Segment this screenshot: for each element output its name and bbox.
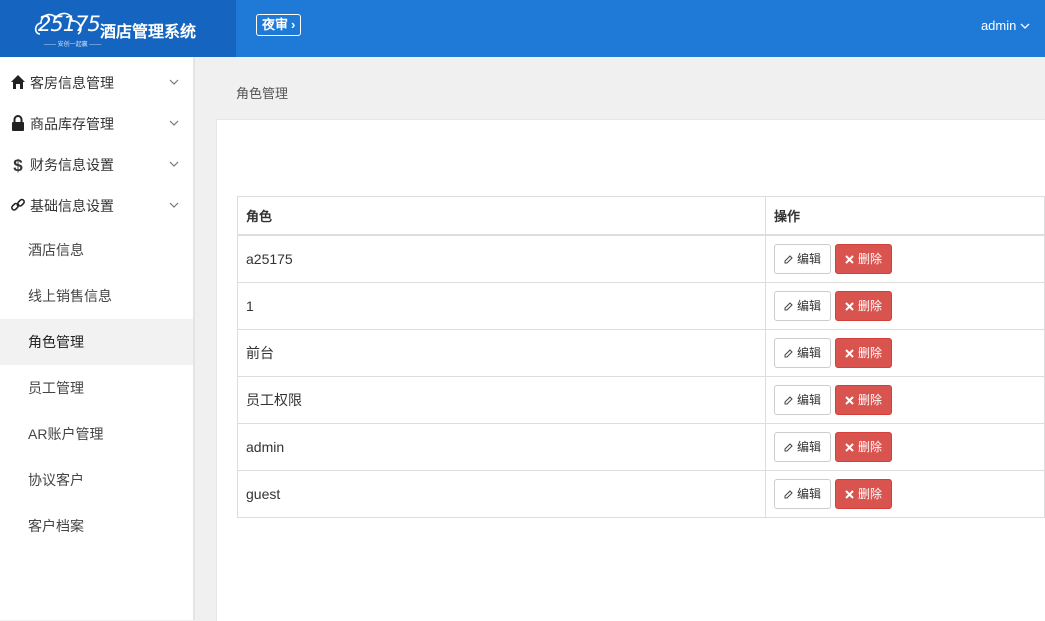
sidebar-item-online-sales[interactable]: 线上销售信息 [0, 273, 193, 319]
edit-label: 编辑 [797, 440, 822, 454]
dollar-icon: $ [13, 156, 23, 175]
delete-label: 删除 [858, 487, 883, 501]
edit-icon [784, 393, 793, 407]
edit-label: 编辑 [797, 393, 822, 407]
table-row: a25175 编辑 删除 [237, 234, 1045, 283]
edit-button[interactable]: 编辑 [774, 385, 832, 415]
edit-label: 编辑 [797, 299, 822, 313]
edit-button[interactable]: 编辑 [774, 338, 832, 368]
actions-cell: 编辑 删除 [765, 282, 1045, 330]
home-icon [10, 63, 26, 104]
app-title: 酒店管理系统 [100, 24, 197, 41]
role-name-cell: 员工权限 [237, 376, 766, 424]
table-row: 员工权限 编辑 删除 [237, 376, 1045, 424]
logo-tagline: —— 安创一起赢 —— [44, 42, 102, 48]
role-name-cell: admin [237, 423, 766, 471]
edit-button[interactable]: 编辑 [774, 291, 832, 321]
edit-icon [784, 252, 793, 266]
table-header-row: 角色 操作 [237, 196, 1045, 236]
table-row: 1 编辑 删除 [237, 282, 1045, 330]
actions-cell: 编辑 删除 [765, 329, 1045, 377]
edit-icon [784, 346, 793, 360]
sidebar-item-hotel-info[interactable]: 酒店信息 [0, 227, 193, 273]
edit-icon [784, 299, 793, 313]
role-table: 角色 操作 a25175 编辑 删除 1 编辑 删除 前台 编辑 删除 员工权限 编辑… [237, 196, 1045, 518]
delete-label: 删除 [858, 440, 883, 454]
table-row: admin 编辑 删除 [237, 423, 1045, 471]
sidebar: 客房信息管理 商品库存管理 $ 财务信息设置 基础信息设置 酒店信息 线上销售信… [0, 57, 195, 620]
delete-label: 删除 [858, 346, 883, 360]
delete-button[interactable]: 删除 [835, 338, 893, 368]
close-icon [845, 346, 854, 360]
link-icon [10, 186, 26, 227]
edit-label: 编辑 [797, 346, 822, 360]
chevron-down-icon [169, 145, 179, 186]
sidebar-item-role-management[interactable]: 角色管理 [0, 319, 193, 365]
user-menu[interactable]: admin [981, 18, 1030, 33]
night-audit-label: 夜审 [262, 17, 289, 32]
actions-cell: 编辑 删除 [765, 423, 1045, 471]
close-icon [845, 299, 854, 313]
edit-button[interactable]: 编辑 [774, 244, 832, 274]
table-body: a25175 编辑 删除 1 编辑 删除 前台 编辑 删除 员工权限 编辑 删除 adm… [237, 234, 1045, 518]
night-audit-button[interactable]: 夜审 › [256, 14, 302, 36]
actions-cell: 编辑 删除 [765, 470, 1045, 518]
sidebar-item-ar-accounts[interactable]: AR账户管理 [0, 411, 193, 457]
chevron-right-icon: › [291, 17, 296, 32]
lock-icon [10, 104, 26, 145]
breadcrumb: 角色管理 [236, 86, 289, 101]
user-name: admin [980, 18, 1017, 33]
delete-label: 删除 [858, 393, 883, 407]
edit-label: 编辑 [797, 252, 822, 266]
sidebar-group-basic-settings[interactable]: 基础信息设置 [0, 186, 193, 227]
close-icon [845, 440, 854, 454]
delete-button[interactable]: 删除 [835, 244, 893, 274]
sidebar-group-label: 商品库存管理 [30, 116, 114, 132]
edit-icon [784, 440, 793, 454]
edit-icon [784, 487, 793, 501]
close-icon [845, 393, 854, 407]
role-name-cell: a25175 [237, 234, 766, 283]
table-row: guest 编辑 删除 [237, 470, 1045, 518]
chevron-down-icon [169, 63, 179, 104]
delete-button[interactable]: 删除 [835, 385, 893, 415]
sidebar-item-customer-profiles[interactable]: 客户档案 [0, 503, 193, 549]
logo-area: 25175 —— 安创一起赢 —— 酒店管理系统 [0, 0, 236, 57]
sidebar-group-finance[interactable]: $ 财务信息设置 [0, 145, 193, 186]
sidebar-item-staff-management[interactable]: 员工管理 [0, 365, 193, 411]
chevron-down-icon [169, 186, 179, 227]
sidebar-group-label: 财务信息设置 [30, 157, 114, 173]
sidebar-item-agreement-customers[interactable]: 协议客户 [0, 457, 193, 503]
delete-button[interactable]: 删除 [835, 291, 893, 321]
logo-number: 25175 [38, 12, 101, 36]
role-name-cell: 前台 [237, 329, 766, 377]
delete-button[interactable]: 删除 [835, 479, 893, 509]
sidebar-group-inventory[interactable]: 商品库存管理 [0, 104, 193, 145]
delete-button[interactable]: 删除 [835, 432, 893, 462]
table-row: 前台 编辑 删除 [237, 329, 1045, 377]
chevron-down-icon [1020, 23, 1030, 29]
column-header-role: 角色 [237, 196, 766, 236]
edit-button[interactable]: 编辑 [774, 479, 832, 509]
role-name-cell: guest [237, 470, 766, 518]
column-header-actions: 操作 [765, 196, 1045, 236]
logo: 25175 —— 安创一起赢 —— [34, 8, 101, 48]
top-header: 25175 —— 安创一起赢 —— 酒店管理系统 夜审 › admin [0, 0, 1045, 57]
edit-label: 编辑 [797, 487, 822, 501]
actions-cell: 编辑 删除 [765, 234, 1045, 283]
sidebar-group-label: 基础信息设置 [30, 198, 114, 214]
close-icon [845, 252, 854, 266]
sidebar-group-label: 客房信息管理 [30, 75, 114, 91]
sidebar-group-room-info[interactable]: 客房信息管理 [0, 63, 193, 104]
delete-label: 删除 [858, 252, 883, 266]
edit-button[interactable]: 编辑 [774, 432, 832, 462]
delete-label: 删除 [858, 299, 883, 313]
role-name-cell: 1 [237, 282, 766, 330]
close-icon [845, 487, 854, 501]
actions-cell: 编辑 删除 [765, 376, 1045, 424]
chevron-down-icon [169, 104, 179, 145]
